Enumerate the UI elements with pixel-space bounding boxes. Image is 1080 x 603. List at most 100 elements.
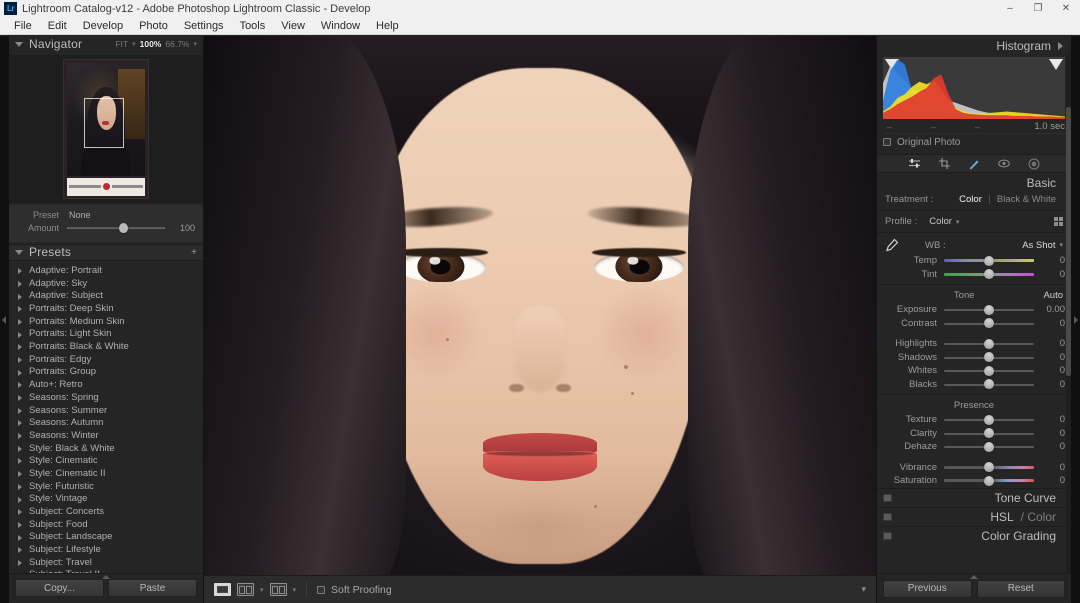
preset-item[interactable]: Subject: Lifestyle [9,543,203,556]
original-photo-checkbox[interactable] [883,138,891,146]
minimize-button[interactable]: – [996,0,1024,17]
basic-panel-header[interactable]: Basic [877,173,1071,192]
tint-slider-knob[interactable] [984,269,994,279]
hsl-color-switch[interactable] [883,513,892,521]
compare-view-caret-icon[interactable]: ▾ [260,586,264,594]
preset-item[interactable]: Style: Cinematic [9,454,203,467]
healing-brush-icon[interactable] [968,157,981,170]
preset-item[interactable]: Seasons: Autumn [9,416,203,429]
whites-slider-knob[interactable] [984,366,994,376]
vibrance-slider-knob[interactable] [984,462,994,472]
tone-curve-section[interactable]: Tone Curve [877,488,1071,507]
soft-proofing-checkbox[interactable] [317,586,325,594]
temp-slider[interactable] [944,255,1034,266]
survey-view-caret-icon[interactable]: ▾ [293,586,297,594]
profile-browser-icon[interactable] [1054,217,1064,227]
histogram-chart[interactable] [883,57,1065,119]
chevron-down-icon[interactable]: ▾ [956,218,960,226]
radial-gradient-icon[interactable] [1028,157,1041,170]
histogram-header[interactable]: Histogram [877,36,1071,55]
amount-slider[interactable] [67,223,165,233]
dehaze-slider-knob[interactable] [984,442,994,452]
amount-slider-knob[interactable] [119,223,128,233]
menu-window[interactable]: Window [313,17,368,35]
treatment-color-option[interactable]: Color [952,194,989,205]
exposure-slider-knob[interactable] [984,305,994,315]
survey-view-icon[interactable] [270,583,287,596]
temp-slider-knob[interactable] [984,256,994,266]
contrast-slider[interactable] [944,318,1034,329]
contrast-slider-knob[interactable] [984,318,994,328]
shadows-slider-knob[interactable] [984,352,994,362]
preset-item[interactable]: Seasons: Summer [9,404,203,417]
zoom-100[interactable]: 100% [140,39,162,49]
right-panel-resize-grip[interactable] [970,575,978,579]
blacks-slider[interactable] [944,379,1034,390]
red-eye-icon[interactable] [998,157,1011,170]
vibrance-slider[interactable] [944,462,1034,473]
zoom-custom-caret[interactable]: ▾ [193,40,197,48]
preset-item[interactable]: Style: Black & White [9,442,203,455]
preset-item[interactable]: Subject: Landscape [9,531,203,544]
preset-item[interactable]: Subject: Travel [9,556,203,569]
preset-item[interactable]: Style: Futuristic [9,480,203,493]
texture-slider[interactable] [944,414,1034,425]
color-grading-section[interactable]: Color Grading [877,526,1071,545]
blacks-slider-knob[interactable] [984,379,994,389]
preset-item[interactable]: Style: Cinematic II [9,467,203,480]
preset-item[interactable]: Portraits: Group [9,366,203,379]
menu-tools[interactable]: Tools [232,17,274,35]
preset-item[interactable]: Adaptive: Portrait [9,264,203,277]
menu-help[interactable]: Help [368,17,407,35]
preset-item[interactable]: Seasons: Spring [9,391,203,404]
crop-overlay-icon[interactable] [938,157,951,170]
color-grading-switch[interactable] [883,532,892,540]
highlights-slider-knob[interactable] [984,339,994,349]
preset-item[interactable]: Portraits: Deep Skin [9,302,203,315]
preset-item[interactable]: Auto+: Retro [9,378,203,391]
previous-button[interactable]: Previous [883,580,972,598]
preset-item[interactable]: Adaptive: Sky [9,277,203,290]
exposure-slider[interactable] [944,304,1034,315]
right-panel-collapse-strip[interactable] [1071,36,1080,603]
saturation-slider[interactable] [944,475,1034,486]
treatment-bw-option[interactable]: Black & White [990,194,1063,205]
left-panel-collapse-strip[interactable] [0,36,9,603]
toolbar-options-caret-icon[interactable]: ▾ [861,584,866,595]
loupe-view-icon[interactable] [214,583,231,596]
tint-slider[interactable] [944,269,1034,280]
zoom-fit[interactable]: FIT [115,39,128,49]
highlights-slider[interactable] [944,338,1034,349]
preset-item[interactable]: Subject: Food [9,518,203,531]
preset-item[interactable]: Seasons: Winter [9,429,203,442]
profile-value[interactable]: Color [929,216,952,227]
preset-item[interactable]: Portraits: Black & White [9,340,203,353]
preset-item[interactable]: Portraits: Edgy [9,353,203,366]
eyedropper-icon[interactable] [885,238,899,252]
zoom-fit-caret[interactable]: ▾ [132,40,136,48]
wb-value[interactable]: As Shot [1022,240,1055,251]
navigator-preview[interactable] [9,55,203,203]
menu-photo[interactable]: Photo [131,17,176,35]
add-preset-icon[interactable]: + [191,247,197,258]
preset-item[interactable]: Style: Vintage [9,493,203,506]
dehaze-slider[interactable] [944,441,1034,452]
clarity-slider-knob[interactable] [984,428,994,438]
hsl-color-section[interactable]: HSL / Color [877,507,1071,526]
presets-list[interactable]: Adaptive: PortraitAdaptive: SkyAdaptive:… [9,261,203,573]
navigator-viewport-box[interactable] [84,98,124,148]
maximize-button[interactable]: ❐ [1024,0,1052,17]
zoom-667[interactable]: 66.7% [165,39,189,49]
preset-item[interactable]: Adaptive: Subject [9,290,203,303]
copy-button[interactable]: Copy... [15,579,104,597]
reset-button[interactable]: Reset [977,580,1066,598]
close-button[interactable]: ✕ [1052,0,1080,17]
preset-item[interactable]: Subject: Concerts [9,505,203,518]
saturation-slider-knob[interactable] [984,476,994,486]
menu-develop[interactable]: Develop [75,17,131,35]
whites-slider[interactable] [944,365,1034,376]
menu-file[interactable]: File [6,17,40,35]
image-canvas[interactable] [204,36,876,575]
clarity-slider[interactable] [944,428,1034,439]
left-panel-resize-grip[interactable] [102,575,110,579]
